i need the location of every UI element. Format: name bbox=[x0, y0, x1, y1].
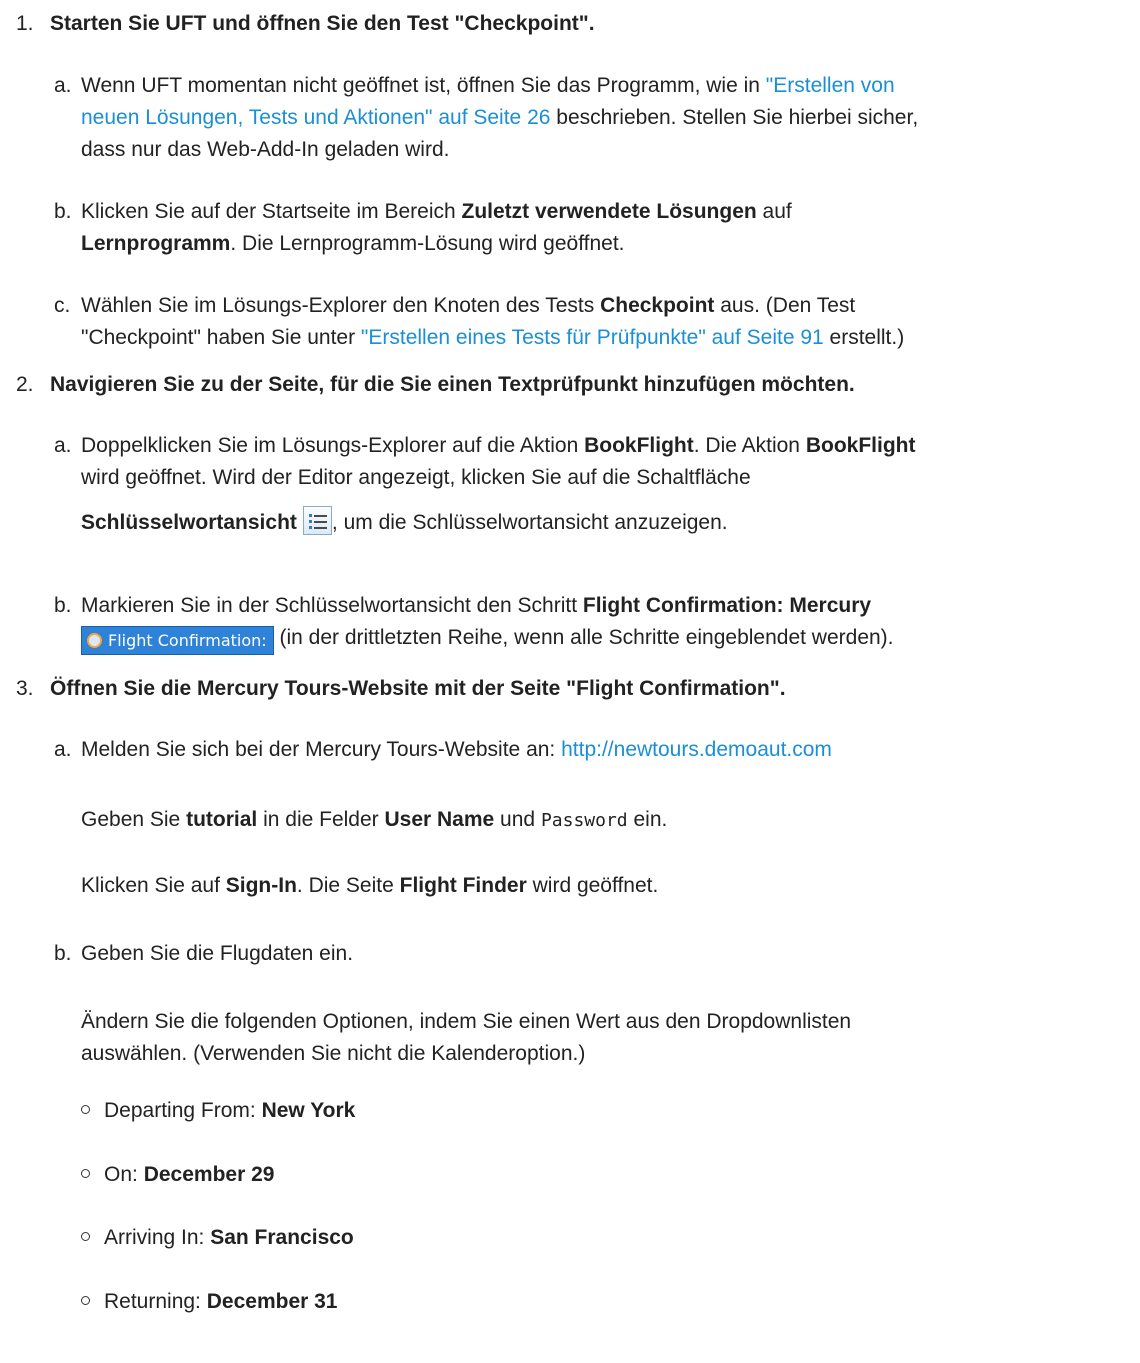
substep-letter: a. bbox=[54, 74, 72, 97]
link-erstellen-loesungen[interactable]: "Erstellen von bbox=[766, 74, 895, 97]
link-newtours[interactable]: http://newtours.demoaut.com bbox=[561, 738, 832, 761]
list-item-arriving-in: Arriving In: San Francisco bbox=[81, 1222, 354, 1254]
substep-letter: c. bbox=[54, 294, 71, 317]
step-number: 3. bbox=[16, 677, 34, 700]
page-object-icon bbox=[87, 633, 102, 648]
substep-letter: b. bbox=[54, 200, 72, 223]
link-erstellen-loesungen-cont[interactable]: neuen Lösungen, Tests und Aktionen" auf … bbox=[81, 106, 550, 129]
substep-text: Markieren Sie in der Schlüsselwortansich… bbox=[81, 590, 1137, 655]
substep-text: Geben Sie die Flugdaten ein. bbox=[81, 942, 354, 965]
substep-letter: a. bbox=[54, 738, 72, 761]
flight-confirmation-step-chip[interactable]: Flight Confirmation: bbox=[81, 626, 274, 655]
link-erstellen-test-pruefpunkte[interactable]: "Erstellen eines Tests für Prüfpunkte" a… bbox=[361, 326, 824, 349]
step-number: 1. bbox=[16, 12, 34, 35]
substep-letter: b. bbox=[54, 942, 72, 965]
keyword-view-list-icon[interactable] bbox=[302, 506, 332, 535]
bullet-circle-icon bbox=[81, 1295, 90, 1305]
substep-text: Wenn UFT momentan nicht geöffnet ist, öf… bbox=[81, 74, 919, 161]
substep-letter: b. bbox=[54, 594, 72, 617]
step-number: 2. bbox=[16, 373, 34, 396]
document-page: 1. Starten Sie UFT und öffnen Sie den Te… bbox=[0, 0, 1140, 1363]
step-3a-para-2: Klicken Sie auf Sign-In. Die Seite Fligh… bbox=[81, 874, 659, 897]
list-item-departing-from: Departing From: New York bbox=[81, 1095, 355, 1127]
substep-text: Melden Sie sich bei der Mercury Tours-We… bbox=[81, 738, 832, 761]
substep-text: Wählen Sie im Lösungs-Explorer den Knote… bbox=[81, 294, 905, 349]
bullet-circle-icon bbox=[81, 1231, 90, 1241]
list-item-on: On: December 29 bbox=[81, 1159, 274, 1191]
bullet-circle-icon bbox=[81, 1168, 90, 1178]
step-heading: Navigieren Sie zu der Seite, für die Sie… bbox=[50, 373, 855, 396]
substep-text: Doppelklicken Sie im Lösungs-Explorer au… bbox=[81, 434, 916, 535]
substep-text: Klicken Sie auf der Startseite im Bereic… bbox=[81, 200, 792, 255]
step-3b-para-1: Ändern Sie die folgenden Optionen, indem… bbox=[81, 1010, 852, 1065]
bullet-circle-icon bbox=[81, 1104, 90, 1114]
step-3a-para-1: Geben Sie tutorial in die Felder User Na… bbox=[81, 808, 668, 831]
step-heading: Öffnen Sie die Mercury Tours-Website mit… bbox=[50, 677, 786, 700]
substep-letter: a. bbox=[54, 434, 72, 457]
list-item-returning: Returning: December 31 bbox=[81, 1286, 337, 1318]
step-heading: Starten Sie UFT und öffnen Sie den Test … bbox=[50, 12, 595, 35]
